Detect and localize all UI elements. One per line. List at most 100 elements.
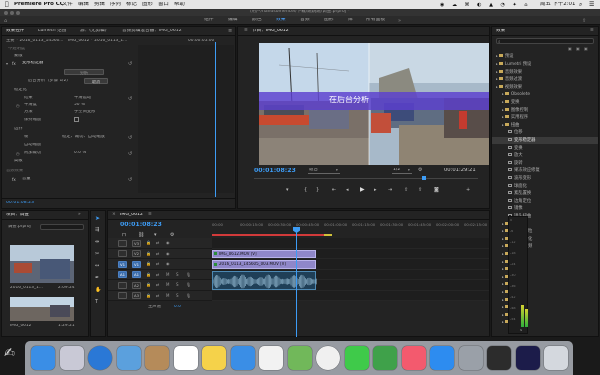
reset-icon[interactable]: ↺	[128, 96, 132, 102]
workspace-color[interactable]: 颜色	[252, 18, 262, 23]
track-header-a3[interactable]: A3 🔒 ⇄ M S 🎙	[108, 290, 212, 301]
row-stabilize[interactable]: 稳定化	[14, 88, 27, 92]
quality-dropdown[interactable]: 1/2 ▾	[392, 168, 412, 174]
type-icon[interactable]: T	[95, 299, 98, 305]
program-video-frame[interactable]: 在后台分析	[259, 43, 489, 165]
row-borders[interactable]: 边界	[14, 127, 23, 131]
track-lane-v3[interactable]	[212, 238, 489, 249]
reset-icon[interactable]: ↺	[128, 61, 132, 67]
premiere-icon[interactable]	[515, 346, 540, 370]
track-target-a1[interactable]: A1	[132, 271, 141, 278]
lock-icon[interactable]: 🔒	[146, 282, 151, 287]
workspace-libraries[interactable]: 库	[348, 18, 353, 23]
eye-icon[interactable]: ◉	[166, 261, 170, 266]
workspace-effects[interactable]: 效果	[276, 18, 286, 23]
clock[interactable]: 周五 下午2:01	[540, 2, 575, 7]
lock-icon[interactable]: 🔒	[146, 251, 151, 256]
workspace-editing[interactable]: 编辑	[228, 18, 238, 23]
search-field[interactable]	[40, 224, 84, 230]
search-icon[interactable]: ⌕	[579, 1, 582, 9]
clip-thumbnail[interactable]	[10, 245, 74, 283]
razor-icon[interactable]: ✂	[95, 251, 99, 257]
source-patch-v2[interactable]	[118, 250, 127, 257]
effects-folder[interactable]: ▸ 预设	[492, 53, 598, 60]
reset-icon[interactable]: ↺	[128, 151, 132, 157]
menu-sequence[interactable]: 序列	[110, 2, 121, 7]
hand-icon[interactable]: ✋	[95, 287, 101, 293]
fit-dropdown[interactable]: 适合 ▾	[308, 168, 340, 174]
panel-menu-icon[interactable]: ≡	[244, 28, 248, 33]
source-name[interactable]: 主要 * 2016_0113_14560...	[6, 39, 63, 43]
panel-menu-icon[interactable]: ≡	[228, 28, 232, 34]
list-icon[interactable]: ☰	[589, 1, 594, 8]
apple-icon[interactable]: 	[5, 1, 9, 8]
timeline-timecode[interactable]: 00:01:08:23	[120, 222, 162, 228]
sync-icon[interactable]: ⇄	[156, 251, 159, 256]
mic-icon[interactable]: 🎙	[186, 272, 191, 277]
effect-item[interactable]: 波形变形	[492, 175, 598, 182]
framing-value[interactable]: 稳定、裁切、自动缩放	[62, 135, 105, 139]
status-icons[interactable]: ◉ ☁ ⌘ ◐ ▲ ◔ ✦ ⌂	[440, 2, 530, 8]
slip-icon[interactable]: ↔	[95, 263, 99, 269]
track-select-icon[interactable]: ⇶	[95, 227, 99, 233]
photos-icon[interactable]	[316, 346, 340, 370]
photos-preview-icon[interactable]	[116, 346, 141, 370]
ec-timeline-area[interactable]	[138, 45, 234, 193]
home-icon[interactable]: ⌂	[4, 18, 7, 24]
eye-icon[interactable]: ◉	[166, 240, 170, 245]
export-icon[interactable]: ⇪	[582, 18, 586, 24]
lock-icon[interactable]: 🔒	[146, 261, 151, 266]
effects-folder[interactable]: ▸ 扭曲	[492, 121, 598, 128]
scrubber-bar[interactable]	[254, 178, 478, 179]
lock-icon[interactable]: 🔒	[146, 293, 151, 298]
source-patch-v3[interactable]	[118, 239, 127, 247]
analyze-button[interactable]: 分析	[64, 69, 104, 75]
expand-icon[interactable]: ▾	[6, 61, 8, 66]
effect-item[interactable]: 镜像	[492, 205, 598, 212]
effects-folder[interactable]: ▸ 图像控制	[492, 106, 598, 113]
master-volume-value[interactable]: 0.0	[174, 305, 181, 309]
method-value[interactable]: 子空间变形	[74, 110, 95, 114]
reset-icon[interactable]: ↺	[128, 135, 132, 141]
mute-icon[interactable]: M	[166, 272, 169, 277]
playhead-marker[interactable]	[422, 176, 426, 180]
maps-icon[interactable]	[287, 346, 312, 370]
program-title[interactable]: 节目：IMG_0612	[252, 29, 289, 34]
reset-icon[interactable]: ↺	[128, 177, 132, 183]
ec-playhead[interactable]	[215, 42, 216, 197]
track-header-v1[interactable]: V1 V1 🔒 ⇄ ◉	[108, 259, 212, 270]
play-icon[interactable]: ▶	[360, 186, 365, 193]
close-dot[interactable]	[4, 10, 8, 15]
source-patch-a2[interactable]	[118, 281, 127, 289]
cancel-button[interactable]: 取消	[84, 78, 108, 84]
notes-icon[interactable]	[202, 346, 226, 370]
solo-icon[interactable]: S	[176, 282, 179, 287]
workspace-audio[interactable]: 音频	[300, 18, 310, 23]
row-volume[interactable]: 音量	[22, 177, 31, 181]
add-button-icon[interactable]: +	[466, 187, 470, 193]
ec-footer-timecode[interactable]: 00:01:08:23	[6, 201, 34, 206]
tab-audio-mixer[interactable]: 音频剪辑混合器：IMG_0612	[122, 29, 182, 34]
sync-icon[interactable]: ⇄	[156, 240, 159, 245]
pen-icon[interactable]: ✒	[95, 275, 99, 281]
effects-title[interactable]: 效果	[496, 29, 505, 34]
lock-icon[interactable]: 🔒	[146, 240, 151, 245]
stopwatch-icon[interactable]: ◷	[16, 103, 20, 108]
row-auto-scale[interactable]: 自动缩放	[24, 143, 41, 147]
accelerated-icon[interactable]: ▣	[568, 46, 572, 51]
effect-item[interactable]: 位移	[492, 129, 598, 136]
panel-menu-icon[interactable]: ≡	[148, 212, 152, 217]
row-warp-stabilizer[interactable]: 变形稳定器	[22, 61, 43, 65]
track-target-v3[interactable]: V3	[132, 239, 141, 247]
wrench-icon[interactable]: ⚙	[418, 167, 422, 173]
facetime-icon[interactable]	[373, 346, 397, 370]
step-forward-icon[interactable]: ▸	[374, 187, 377, 193]
effects-folder[interactable]: ▸ 变换	[492, 99, 598, 106]
mute-icon[interactable]: M	[166, 282, 169, 287]
track-target-a2[interactable]: A2	[132, 281, 141, 289]
menu-clip[interactable]: 剪辑	[94, 2, 105, 7]
program-timecode[interactable]: 00:01:08:23	[254, 168, 296, 174]
eye-icon[interactable]: ◉	[166, 251, 170, 256]
minimize-dot[interactable]	[10, 10, 14, 15]
more-icon[interactable]: »	[398, 18, 401, 24]
